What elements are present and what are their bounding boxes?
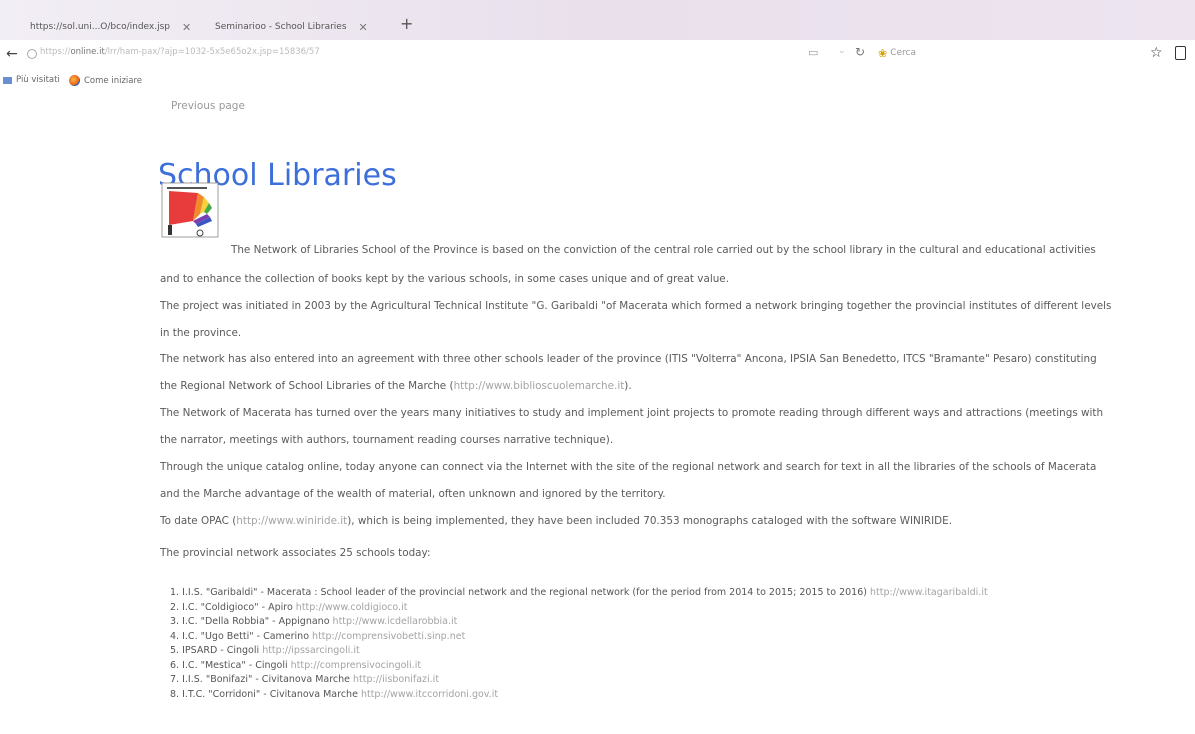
url-domain: online.it bbox=[70, 47, 105, 57]
opac-text-end: ), which is being implemented, they have… bbox=[347, 515, 953, 527]
school-link[interactable]: http://www.coldigioco.it bbox=[296, 602, 408, 613]
school-link[interactable]: http://comprensivobetti.sinp.net bbox=[312, 631, 465, 642]
paragraph-3-text: the Regional Network of School Libraries… bbox=[160, 380, 454, 392]
url-bar[interactable]: https://online.it/lrr/ham-pax/?ajp=1032-… bbox=[40, 47, 320, 57]
list-item: 2. I.C. "Coldigioco" - Apiro http://www.… bbox=[170, 601, 988, 616]
opac-text: To date OPAC ( bbox=[160, 515, 237, 527]
tab-2[interactable]: Seminarioo - School Libraries ✕ bbox=[215, 17, 395, 37]
school-link[interactable]: http://iisbonifazi.it bbox=[353, 674, 439, 685]
paragraph-3-end: ). bbox=[624, 380, 632, 392]
bookmark-most-visited[interactable]: Più visitati bbox=[3, 75, 60, 85]
search-engine-icon: ❀ bbox=[878, 46, 888, 60]
list-number: 6. bbox=[170, 659, 180, 671]
bookmark-label: Più visitati bbox=[16, 75, 60, 85]
list-number: 5. bbox=[170, 645, 180, 656]
paragraph-3-line-2: the Regional Network of School Libraries… bbox=[160, 380, 1195, 393]
list-item: 8. I.T.C. "Corridoni" - Civitanova March… bbox=[170, 688, 988, 703]
new-tab-button[interactable]: + bbox=[400, 14, 413, 33]
clipboard-icon[interactable] bbox=[1175, 46, 1186, 60]
list-number: 4. bbox=[170, 630, 180, 642]
tab-1[interactable]: https://sol.uni...O/bco/index.jsp ✕ bbox=[30, 17, 220, 37]
paragraph-1-line-2: and to enhance the collection of books k… bbox=[160, 273, 729, 285]
paragraph-5-line-2: and the Marche advantage of the wealth o… bbox=[160, 488, 666, 500]
school-name: I.T.C. "Corridoni" - Civitanova Marche bbox=[182, 688, 358, 700]
winiride-link[interactable]: http://www.winiride.it bbox=[236, 515, 347, 527]
paragraph-4-line-1: The Network of Macerata has turned over … bbox=[160, 407, 1104, 419]
list-item: 3. I.C. "Della Robbia" - Appignano http:… bbox=[170, 615, 988, 630]
bookmarks-bar: Più visitati Come iniziare bbox=[0, 72, 1195, 90]
site-info-icon[interactable] bbox=[27, 49, 37, 59]
paragraph-2-line-2: in the province. bbox=[160, 327, 242, 339]
bookmark-getting-started[interactable]: Come iniziare bbox=[69, 75, 142, 86]
tab-1-title: https://sol.uni...O/bco/index.jsp bbox=[30, 22, 171, 32]
libraries-logo bbox=[161, 182, 219, 238]
chevron-down-icon[interactable]: ⌄ bbox=[838, 46, 846, 56]
list-number: 8. bbox=[170, 688, 180, 700]
list-number: 2. bbox=[170, 601, 180, 613]
url-scheme: https:// bbox=[40, 47, 71, 57]
nav-bar: ← https://online.it/lrr/ham-pax/?ajp=103… bbox=[0, 40, 1195, 68]
school-name: I.C. "Mestica" - Cingoli bbox=[182, 659, 288, 671]
list-number: 7. bbox=[170, 674, 180, 685]
previous-page-link[interactable]: Previous page bbox=[171, 100, 245, 112]
tab-strip: https://sol.uni...O/bco/index.jsp ✕ Semi… bbox=[0, 0, 1195, 40]
list-item: 5. IPSARD - Cingoli http://ipssarcingoli… bbox=[170, 644, 988, 659]
close-tab-icon[interactable]: ✕ bbox=[359, 21, 368, 34]
reader-view-icon[interactable]: ▭ bbox=[808, 46, 818, 59]
school-name: I.I.S. "Bonifazi" - Civitanova Marche bbox=[182, 674, 350, 685]
paragraph-2-line-1: The project was initiated in 2003 by the… bbox=[160, 300, 1112, 312]
folder-icon bbox=[3, 76, 12, 84]
list-item: 4. I.C. "Ugo Betti" - Camerino http://co… bbox=[170, 630, 988, 645]
school-link[interactable]: http://www.itagaribaldi.it bbox=[870, 587, 988, 598]
biblioscuole-link[interactable]: http://www.biblioscuolemarche.it bbox=[454, 380, 625, 392]
list-number: 1. bbox=[170, 587, 180, 598]
firefox-icon bbox=[69, 75, 80, 86]
opac-paragraph: To date OPAC (http://www.winiride.it), w… bbox=[160, 515, 1195, 528]
school-link[interactable]: http://ipssarcingoli.it bbox=[262, 645, 360, 656]
list-item: 6. I.C. "Mestica" - Cingoli http://compr… bbox=[170, 659, 988, 674]
list-item: 1. I.I.S. "Garibaldi" - Macerata : Schoo… bbox=[170, 586, 988, 601]
school-link[interactable]: http://www.icdellarobbia.it bbox=[333, 616, 458, 627]
school-name: I.I.S. "Garibaldi" - Macerata : School l… bbox=[182, 587, 867, 598]
list-item: 7. I.I.S. "Bonifazi" - Civitanova Marche… bbox=[170, 673, 988, 688]
paragraph-5-line-1: Through the unique catalog online, today… bbox=[160, 461, 1097, 473]
reload-icon[interactable]: ↻ bbox=[855, 45, 865, 59]
bookmark-label: Come iniziare bbox=[84, 75, 143, 86]
search-box[interactable]: ❀ Cerca bbox=[878, 45, 998, 61]
school-name: I.C. "Della Robbia" - Appignano bbox=[182, 616, 330, 627]
list-number: 3. bbox=[170, 616, 180, 627]
close-tab-icon[interactable]: ✕ bbox=[182, 21, 191, 34]
paragraph-3-line-1: The network has also entered into an agr… bbox=[160, 353, 1097, 365]
search-placeholder: Cerca bbox=[890, 48, 917, 58]
bookmark-star-icon[interactable]: ☆ bbox=[1150, 45, 1163, 61]
school-name: I.C. "Coldigioco" - Apiro bbox=[182, 601, 293, 613]
paragraph-4-line-2: the narrator, meetings with authors, tou… bbox=[160, 434, 614, 446]
schools-list: 1. I.I.S. "Garibaldi" - Macerata : Schoo… bbox=[170, 586, 988, 702]
paragraph-1-line-1: The Network of Libraries School of the P… bbox=[231, 244, 1096, 256]
school-link[interactable]: http://www.itccorridoni.gov.it bbox=[361, 689, 498, 700]
associates-text: The provincial network associates 25 sch… bbox=[160, 547, 431, 559]
back-arrow-icon[interactable]: ← bbox=[6, 46, 18, 62]
school-name: I.C. "Ugo Betti" - Camerino bbox=[182, 630, 310, 642]
url-path: /lrr/ham-pax/?ajp=1032-5x5e65o2x.jsp=158… bbox=[104, 47, 320, 57]
tab-2-title: Seminarioo - School Libraries bbox=[215, 22, 347, 32]
school-link[interactable]: http://comprensivocingoli.it bbox=[291, 660, 421, 671]
school-name: IPSARD - Cingoli bbox=[182, 645, 260, 656]
